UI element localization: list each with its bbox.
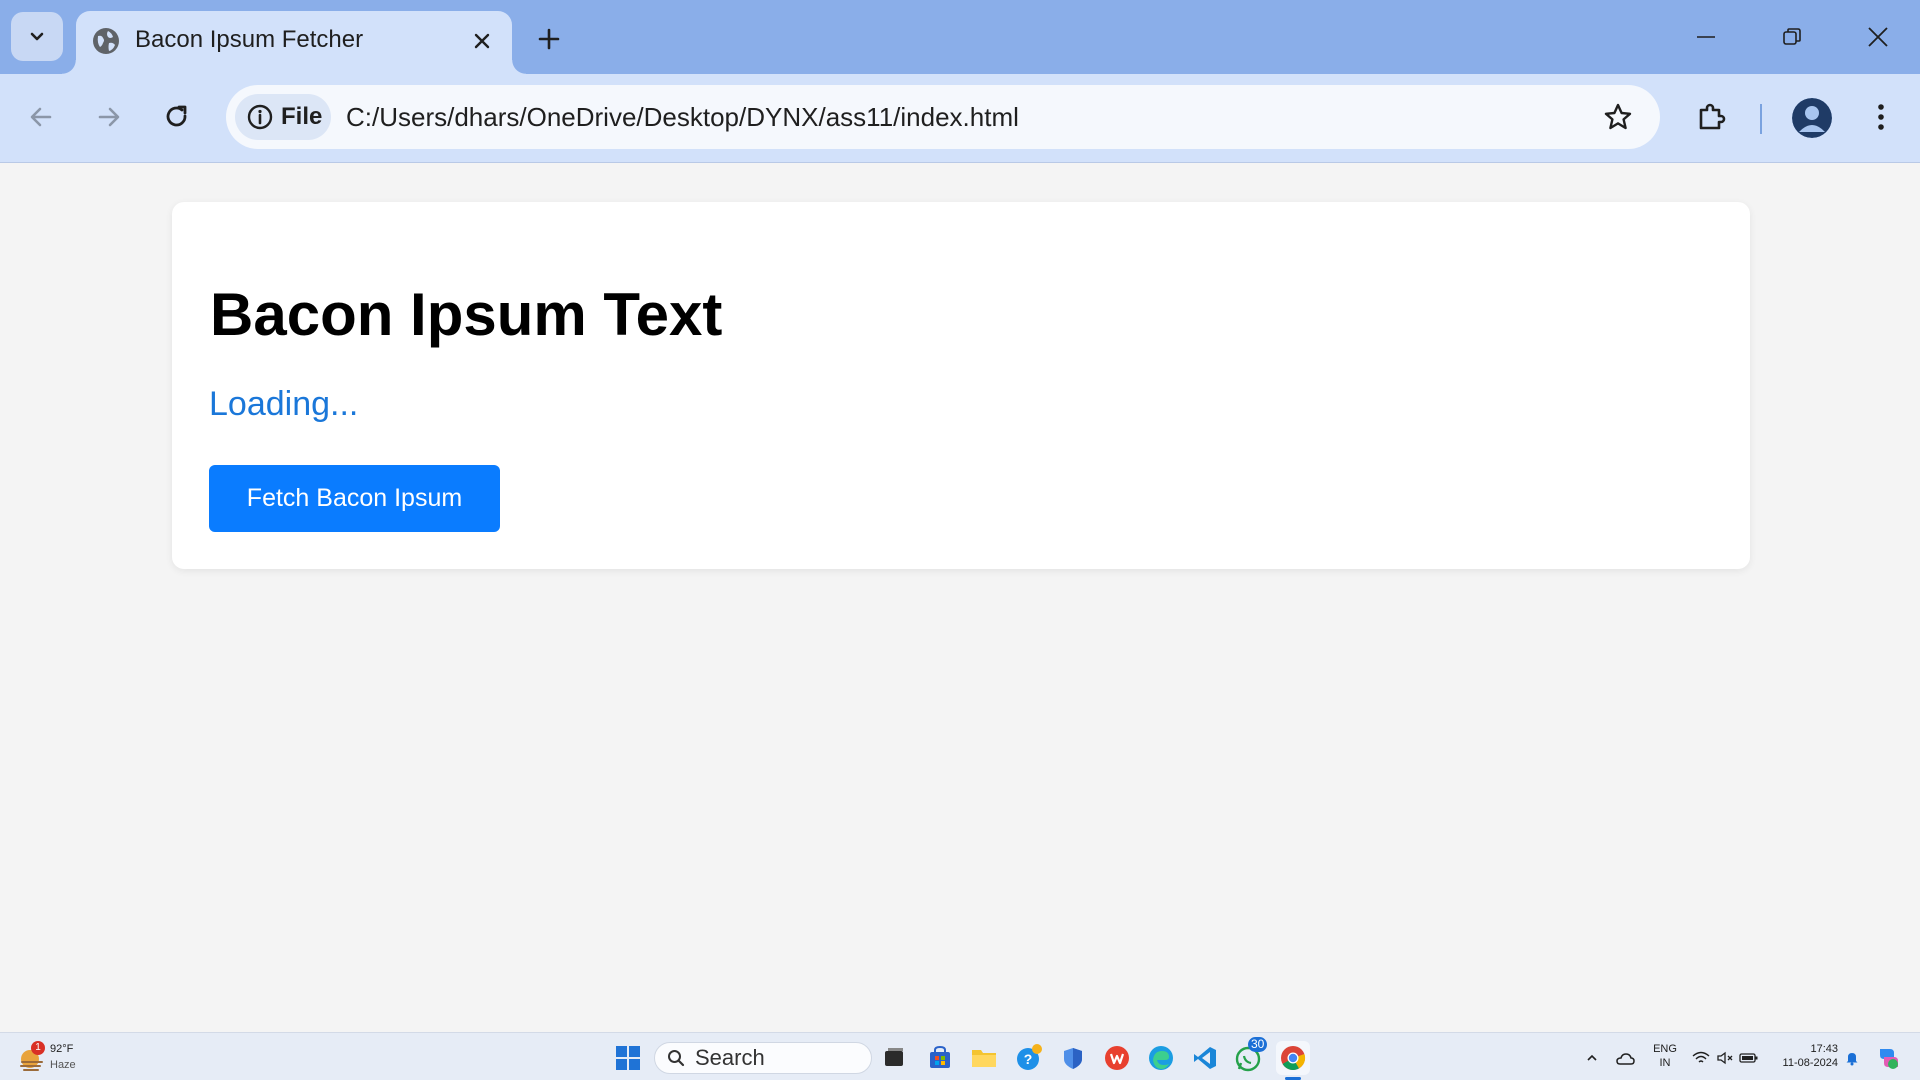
loading-status-text: Loading... (209, 385, 359, 423)
content-card: Bacon Ipsum Text Loading... Fetch Bacon … (172, 202, 1750, 569)
task-view-icon (885, 1048, 903, 1066)
copilot-icon (1880, 1049, 1898, 1069)
search-icon (668, 1050, 685, 1067)
fetch-bacon-ipsum-button[interactable]: Fetch Bacon Ipsum (209, 465, 500, 532)
globe-icon (93, 28, 119, 54)
forward-button[interactable] (86, 94, 132, 140)
tab-strip: Bacon Ipsum Fetcher (0, 0, 1920, 74)
whatsapp-badge: 30 (1248, 1037, 1268, 1052)
minimize-icon (1697, 36, 1715, 38)
restore-button[interactable] (1766, 14, 1818, 60)
close-icon (1868, 27, 1888, 47)
reload-icon (166, 105, 187, 127)
vscode-icon (1194, 1047, 1216, 1069)
address-bar[interactable]: File C:/Users/dhars/OneDrive/Desktop/DYN… (226, 85, 1660, 149)
clock-time: 17:43 (1810, 1043, 1838, 1055)
user-icon (1792, 98, 1832, 138)
wps-office-icon (1105, 1046, 1129, 1070)
weather-badge: 1 (31, 1041, 45, 1055)
folder-icon (972, 1050, 996, 1067)
edge-icon (1149, 1046, 1173, 1070)
taskbar-chrome[interactable] (1276, 1041, 1310, 1080)
tab-title: Bacon Ipsum Fetcher (135, 26, 364, 53)
taskbar-wps-office[interactable] (1100, 1041, 1134, 1075)
help-icon: ? (1017, 1044, 1042, 1070)
url-text[interactable]: C:/Users/dhars/OneDrive/Desktop/DYNX/ass… (346, 102, 1019, 133)
weather-widget[interactable]: 1 92°F Haze (16, 1041, 96, 1077)
taskbar-help-app[interactable]: ? (1012, 1041, 1046, 1075)
taskbar-task-view[interactable] (877, 1041, 911, 1075)
taskbar-whatsapp[interactable]: 30 (1232, 1037, 1268, 1075)
start-button[interactable] (611, 1041, 645, 1075)
os-taskbar: 1 92°F Haze Search ? 30 ENG IN 17:43 11-… (0, 1032, 1920, 1080)
close-icon (474, 33, 490, 49)
chevron-up-icon (1587, 1054, 1597, 1061)
weather-condition: Haze (50, 1059, 76, 1071)
taskbar-search-label: Search (695, 1045, 765, 1070)
battery-icon (1739, 1053, 1758, 1063)
browser-menu-button[interactable] (1858, 94, 1904, 140)
tray-wifi[interactable] (1688, 1041, 1714, 1075)
arrow-left-icon (30, 107, 52, 127)
cloud-icon (1616, 1053, 1635, 1065)
browser-tab[interactable]: Bacon Ipsum Fetcher (62, 11, 526, 74)
shield-icon (1064, 1048, 1082, 1069)
tray-notifications[interactable] (1840, 1041, 1864, 1075)
tab-close-button[interactable] (467, 26, 497, 56)
language-code: ENG (1653, 1043, 1677, 1055)
bell-icon (1846, 1053, 1858, 1066)
tray-onedrive[interactable] (1610, 1041, 1640, 1075)
taskbar-vscode[interactable] (1188, 1041, 1222, 1075)
more-vertical-icon (1878, 104, 1884, 130)
volume-muted-icon (1717, 1051, 1733, 1065)
tray-battery[interactable] (1736, 1041, 1762, 1075)
arrow-right-icon (98, 107, 120, 127)
svg-text:?: ? (1024, 1051, 1033, 1067)
restore-icon (1783, 28, 1801, 45)
site-info-chip[interactable]: File (235, 94, 331, 140)
windows-logo-icon (616, 1046, 640, 1070)
chevron-down-icon (30, 32, 44, 40)
back-button[interactable] (18, 94, 64, 140)
tray-overflow-button[interactable] (1580, 1041, 1604, 1075)
extensions-button[interactable] (1689, 94, 1735, 140)
browser-toolbar: File C:/Users/dhars/OneDrive/Desktop/DYN… (0, 74, 1920, 163)
wifi-icon (1692, 1051, 1710, 1063)
minimize-button[interactable] (1680, 14, 1732, 60)
taskbar-store[interactable] (923, 1041, 957, 1075)
taskbar-search-box[interactable]: Search (654, 1042, 872, 1074)
weather-temp: 92°F (50, 1043, 74, 1055)
taskbar-shield-app[interactable] (1056, 1041, 1090, 1075)
puzzle-icon (1699, 103, 1726, 130)
tray-copilot[interactable] (1870, 1041, 1904, 1075)
tray-clock[interactable]: 17:43 11-08-2024 (1772, 1043, 1838, 1069)
tab-search-button[interactable] (11, 12, 63, 61)
info-icon (247, 104, 273, 130)
reload-button[interactable] (154, 94, 200, 140)
plus-icon (538, 28, 560, 50)
taskbar-edge[interactable] (1144, 1041, 1178, 1075)
close-window-button[interactable] (1852, 14, 1904, 60)
region-code: IN (1659, 1057, 1671, 1069)
tray-language[interactable]: ENG IN (1650, 1043, 1680, 1069)
new-tab-button[interactable] (530, 20, 568, 58)
tray-volume[interactable] (1712, 1041, 1738, 1075)
profile-avatar-button[interactable] (1792, 98, 1832, 138)
bookmark-button[interactable] (1600, 99, 1636, 135)
page-heading: Bacon Ipsum Text (210, 281, 723, 348)
clock-date: 11-08-2024 (1782, 1057, 1838, 1069)
store-icon (930, 1045, 950, 1068)
taskbar-file-explorer[interactable] (967, 1041, 1001, 1075)
site-chip-label: File (281, 103, 323, 130)
chrome-icon (1281, 1046, 1306, 1071)
toolbar-divider (1760, 104, 1762, 134)
star-icon (1604, 103, 1632, 130)
